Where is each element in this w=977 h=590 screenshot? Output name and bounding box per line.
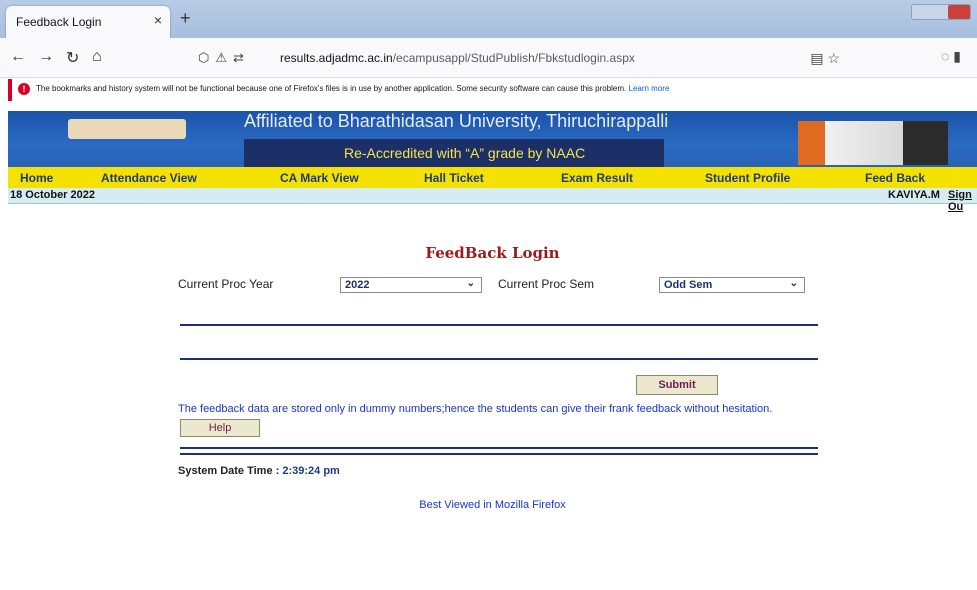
title-bar: Feedback Login × +	[0, 0, 977, 38]
browser-window: Feedback Login × + ← → ↻ ⌂ ⬡⚠⇄ results.a…	[0, 0, 977, 590]
home-icon[interactable]: ⌂	[92, 48, 102, 66]
college-logo	[68, 119, 186, 139]
url-domain: results.adjadmc.ac.in	[280, 51, 393, 65]
address-bar[interactable]: ⬡⚠⇄ results.adjadmc.ac.in/ecampusappl/St…	[190, 44, 840, 72]
tab-title: Feedback Login	[16, 15, 102, 29]
page-content: Affiliated to Bharathidasan University, …	[8, 101, 977, 590]
window-close-icon[interactable]	[948, 5, 970, 19]
best-viewed-note: Best Viewed in Mozilla Firefox	[419, 499, 566, 511]
banner-accreditation: Re-Accredited with “A” grade by NAAC	[344, 145, 586, 161]
new-tab-icon[interactable]: +	[180, 8, 191, 29]
computer-illustration	[798, 121, 948, 165]
warning-icon: !	[18, 83, 30, 95]
help-button[interactable]: Help	[180, 419, 260, 437]
window-controls[interactable]	[911, 4, 971, 20]
notice-message: The bookmarks and history system will no…	[36, 84, 627, 93]
back-icon[interactable]: ←	[10, 48, 26, 66]
sysdate-label: System Date Time :	[178, 465, 280, 477]
banner-affiliation: Affiliated to Bharathidasan University, …	[244, 111, 669, 131]
menu-attendance-view[interactable]: Attendance View	[101, 171, 197, 185]
learn-more-link[interactable]: Learn more	[629, 84, 670, 93]
privacy-message: The feedback data are stored only in dum…	[178, 403, 773, 415]
divider	[180, 447, 818, 449]
year-label: Current Proc Year	[178, 277, 274, 291]
page-title: FeedBack Login	[425, 244, 560, 262]
status-bar: 18 October 2022 KAVIYA.M Sign Ou	[8, 188, 977, 213]
sem-select[interactable]: Odd Sem ⌄	[659, 277, 805, 293]
college-banner: Affiliated to Bharathidasan University, …	[8, 111, 977, 167]
forward-icon[interactable]: →	[38, 48, 54, 66]
sysdate-value: 2:39:24 pm	[282, 465, 340, 477]
banner-strip: Re-Accredited with “A” grade by NAAC	[244, 139, 664, 167]
navigation-bar: ← → ↻ ⌂ ⬡⚠⇄ results.adjadmc.ac.in/ecampu…	[0, 38, 977, 78]
chevron-down-icon: ⌄	[466, 278, 475, 289]
divider	[180, 453, 818, 455]
system-date-time: System Date Time : 2:39:24 pm	[178, 465, 340, 477]
menu-ca-mark-view[interactable]: CA Mark View	[280, 171, 359, 185]
browser-tab[interactable]: Feedback Login ×	[6, 6, 170, 38]
year-select[interactable]: 2022 ⌄	[340, 277, 482, 293]
notice-text: The bookmarks and history system will no…	[36, 84, 669, 93]
security-icons[interactable]: ⬡⚠⇄	[198, 50, 250, 66]
close-icon[interactable]: ×	[154, 12, 162, 28]
sem-value: Odd Sem	[664, 279, 713, 291]
extensions-icons[interactable]: ◌ ▮	[941, 48, 961, 65]
reader-bookmark-icons[interactable]: ▤ ☆	[810, 50, 840, 67]
notification-bar: ! The bookmarks and history system will …	[8, 79, 977, 101]
divider	[180, 358, 818, 360]
url-text[interactable]: results.adjadmc.ac.in/ecampusappl/StudPu…	[280, 51, 635, 65]
url-path: /ecampusappl/StudPublish/Fbkstudlogin.as…	[392, 51, 635, 65]
menu-exam-result[interactable]: Exam Result	[561, 171, 633, 185]
user-name: KAVIYA.M	[888, 189, 940, 201]
year-value: 2022	[345, 279, 370, 291]
current-date: 18 October 2022	[10, 189, 95, 201]
chevron-down-icon: ⌄	[789, 278, 798, 289]
submit-button[interactable]: Submit	[636, 375, 718, 395]
sem-label: Current Proc Sem	[498, 277, 595, 291]
menu-student-profile[interactable]: Student Profile	[705, 171, 790, 185]
sign-out-link[interactable]: Sign Ou	[948, 189, 977, 213]
menu-hall-ticket[interactable]: Hall Ticket	[424, 171, 484, 185]
main-menu: Home Attendance View CA Mark View Hall T…	[8, 167, 977, 188]
divider	[180, 324, 818, 326]
menu-feed-back[interactable]: Feed Back	[865, 171, 925, 185]
reload-icon[interactable]: ↻	[66, 48, 79, 68]
menu-home[interactable]: Home	[20, 171, 53, 185]
